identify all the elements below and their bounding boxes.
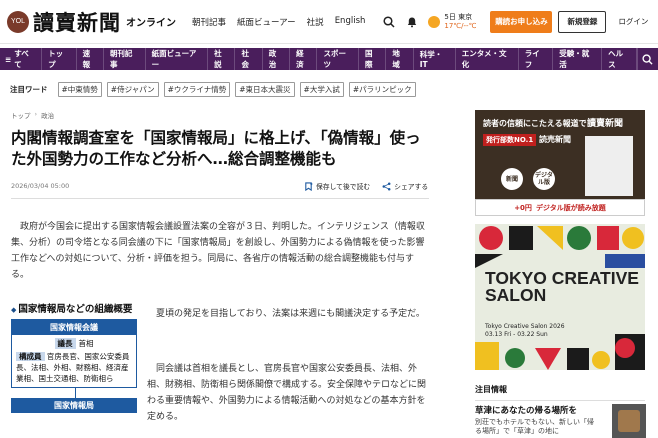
nav-item-science[interactable]: 科学・IT bbox=[414, 48, 456, 70]
featured-item-thumbnail[interactable] bbox=[612, 404, 646, 438]
tag-item[interactable]: #ウクライナ情勢 bbox=[163, 82, 231, 97]
sun-icon bbox=[428, 15, 441, 28]
nav-item-top[interactable]: トップ bbox=[42, 48, 77, 70]
nav-all-button[interactable]: ≡ すべて bbox=[0, 48, 43, 70]
ad2-dates: 03.13 Fri - 03.22 Sun bbox=[485, 331, 548, 338]
nav-item-breaking[interactable]: 速報 bbox=[77, 48, 104, 70]
ad1-bottom-text: デジタル版が読み放題 bbox=[535, 203, 606, 212]
org-chart-title: 国家情報局などの組織概要 bbox=[18, 304, 133, 315]
header-link-morning[interactable]: 朝刊記事 bbox=[192, 16, 226, 28]
article-paragraph: 夏頃の発足を目指しており、法案は来週にも閣議決定する予定だ。 bbox=[156, 309, 425, 319]
divider bbox=[11, 198, 429, 199]
share-button[interactable]: シェアする bbox=[382, 181, 428, 191]
breadcrumb-separator: › bbox=[34, 110, 38, 118]
share-label: シェアする bbox=[394, 183, 429, 191]
org-council-head: 国家情報会議 bbox=[12, 320, 136, 335]
nav-item-morning[interactable]: 朝刊記事 bbox=[104, 48, 146, 70]
org-members-chip: 構成員 bbox=[16, 352, 45, 361]
header-links: 朝刊記事 紙面ビューアー 社説 English bbox=[192, 16, 365, 28]
square-bullet-icon: ◆ bbox=[11, 306, 17, 314]
org-chart-graphic[interactable]: ◆ 国家情報局などの組織概要 国家情報会議 議長 首相 構成員 官房長官、国家公… bbox=[11, 304, 139, 438]
login-link[interactable]: ログイン bbox=[618, 16, 648, 27]
creative-salon-ad[interactable]: TOKYO CREATIVE SALON Tokyo Creative Salo… bbox=[475, 224, 645, 370]
search-icon[interactable] bbox=[382, 15, 395, 28]
nav-item-world[interactable]: 国際 bbox=[359, 48, 387, 70]
bookmark-icon bbox=[305, 181, 313, 191]
ad1-badge2: 読売新聞 bbox=[539, 135, 571, 144]
header-link-viewer[interactable]: 紙面ビューアー bbox=[237, 16, 296, 28]
ad1-logo: 讀賣新聞 bbox=[587, 119, 624, 129]
weather-temp: 17℃/--℃ bbox=[444, 21, 477, 30]
nav-search-button[interactable] bbox=[636, 48, 658, 70]
tag-item[interactable]: #侍ジャパン bbox=[106, 82, 159, 97]
menu-icon: ≡ bbox=[5, 54, 12, 64]
tag-item[interactable]: #大学入試 bbox=[299, 82, 344, 97]
nav-item-editorial[interactable]: 社説 bbox=[208, 48, 236, 70]
featured-item-title[interactable]: 草津にあなたの帰る場所を bbox=[475, 406, 600, 417]
org-council-box: 国家情報会議 議長 首相 構成員 官房長官、国家公安委員長、法相、外相、財務相、… bbox=[11, 319, 137, 388]
article-actions: 保存して後で読む シェアする bbox=[304, 181, 428, 191]
breadcrumb-top[interactable]: トップ bbox=[11, 110, 31, 120]
tag-item[interactable]: #中東情勢 bbox=[57, 82, 102, 97]
header-link-english[interactable]: English bbox=[335, 16, 366, 28]
main-nav: ≡ すべて トップ 速報 朝刊記事 紙面ビューアー 社説 社会 政治 経済 スポ… bbox=[0, 48, 658, 70]
divider bbox=[475, 400, 645, 401]
save-button[interactable]: 保存して後で読む bbox=[304, 181, 370, 191]
article-lead: 政府が今国会に提出する国家情報会議設置法案の全容が３日、判明した。インテリジェン… bbox=[11, 222, 425, 280]
nav-items: トップ 速報 朝刊記事 紙面ビューアー 社説 社会 政治 経済 スポーツ 国際 … bbox=[42, 48, 637, 70]
tag-item[interactable]: #パラリンピック bbox=[348, 82, 416, 97]
article-title: 内閣情報調査室を「国家情報局」に格上げ、「偽情報」使った外国勢力の工作など分析へ… bbox=[11, 129, 421, 168]
site-header: YOL 讀賣新聞 オンライン 朝刊記事 紙面ビューアー 社説 English 5… bbox=[0, 0, 658, 44]
nav-item-culture[interactable]: エンタメ・文化 bbox=[456, 48, 519, 70]
tags-label: 注目ワード bbox=[10, 85, 48, 94]
weather-date: 5日 東京 bbox=[444, 12, 473, 21]
breadcrumb: トップ › 政治 bbox=[11, 110, 54, 120]
logo-mark[interactable]: YOL bbox=[7, 10, 29, 33]
breadcrumb-politics[interactable]: 政治 bbox=[41, 110, 54, 120]
ad2-title: TOKYO CREATIVE SALON bbox=[485, 268, 639, 305]
org-chair-value: 首相 bbox=[78, 339, 94, 348]
ad1-badge: 発行部数NO.1 bbox=[483, 134, 537, 146]
weather-widget[interactable]: 5日 東京 17℃/--℃ bbox=[428, 13, 476, 31]
org-chair-chip: 議長 bbox=[54, 338, 76, 349]
ad1-bottom-bar: +0円 デジタル版が読み放題 bbox=[475, 199, 645, 216]
newspaper-image bbox=[585, 136, 633, 196]
register-button[interactable]: 新規登録 bbox=[558, 10, 607, 33]
featured-section-title: 注目情報 bbox=[475, 385, 507, 394]
org-bureau-head: 国家情報局 bbox=[11, 398, 137, 413]
nav-item-exam[interactable]: 受験・就活 bbox=[553, 48, 603, 70]
ad1-circle-digital: デジタル版 bbox=[533, 168, 555, 190]
nav-item-society[interactable]: 社会 bbox=[235, 48, 263, 70]
featured-item-subtitle: 別荘でもホテルでもない、新しい「帰る場所」で「草津」の地に bbox=[475, 418, 594, 435]
org-connector bbox=[74, 388, 76, 398]
subscription-ad[interactable]: 読者の信頼にこたえる報道で 讀賣新聞 発行部数NO.1 読売新聞 新聞 デジタル… bbox=[475, 110, 645, 216]
nav-item-economy[interactable]: 経済 bbox=[290, 48, 318, 70]
ad1-circle-paper: 新聞 bbox=[501, 168, 523, 190]
nav-item-viewer[interactable]: 紙面ビューアー bbox=[146, 48, 209, 70]
share-icon bbox=[382, 182, 391, 190]
bell-icon[interactable] bbox=[405, 15, 418, 28]
nav-item-life[interactable]: ライフ bbox=[519, 48, 554, 70]
nav-item-politics[interactable]: 政治 bbox=[263, 48, 291, 70]
nav-item-local[interactable]: 地域 bbox=[386, 48, 414, 70]
subscribe-button[interactable]: 購読お申し込み bbox=[490, 10, 553, 33]
ad1-bottom-prefix: +0円 bbox=[514, 203, 532, 212]
save-label: 保存して後で読む bbox=[316, 183, 371, 191]
trending-tags: 注目ワード #中東情勢 #侍ジャパン #ウクライナ情勢 #東日本大震災 #大学入… bbox=[10, 82, 416, 97]
ad2-subtitle: Tokyo Creative Salon 2026 bbox=[485, 323, 565, 330]
search-icon bbox=[642, 53, 653, 65]
nav-item-sports[interactable]: スポーツ bbox=[317, 48, 360, 70]
header-icons bbox=[382, 15, 418, 28]
ad1-headline: 読者の信頼にこたえる報道で bbox=[483, 119, 587, 128]
nav-all-label: すべて bbox=[14, 49, 29, 69]
article-paragraph: 同会議は首相を議長とし、官房長官や国家公安委員長、法相、外相、財務相、防衛相ら関… bbox=[147, 364, 427, 422]
logo-text[interactable]: 讀賣新聞 bbox=[33, 7, 121, 37]
tag-item[interactable]: #東日本大震災 bbox=[235, 82, 295, 97]
nav-item-health[interactable]: ヘルス bbox=[602, 48, 637, 70]
article-date: 2026/03/04 05:00 bbox=[11, 182, 70, 190]
logo-sub[interactable]: オンライン bbox=[126, 14, 176, 29]
header-link-editorial[interactable]: 社説 bbox=[307, 16, 324, 28]
